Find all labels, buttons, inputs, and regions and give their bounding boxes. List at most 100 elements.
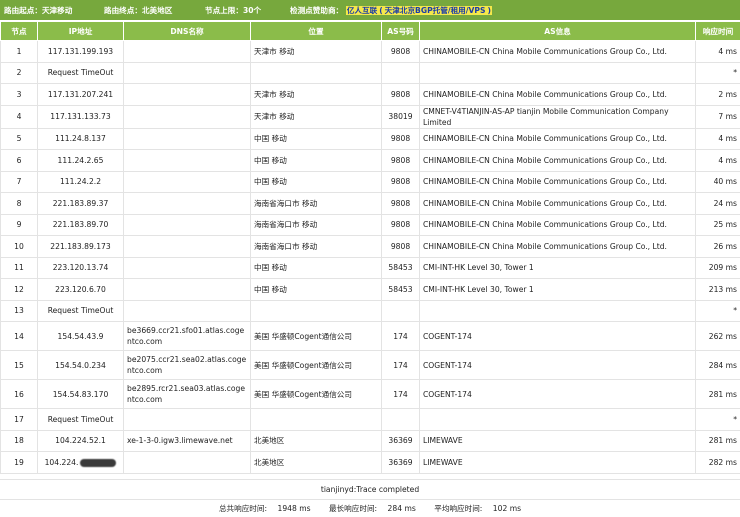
hop-ip: 154.54.43.9: [37, 321, 124, 351]
hop-time: 26 ms: [695, 235, 740, 258]
node-limit-label: 节点上限：: [205, 6, 243, 15]
hop-ip: 117.131.207.241: [37, 83, 124, 106]
route-start-label: 路由起点：: [4, 6, 42, 15]
hop-time: 4 ms: [695, 40, 740, 63]
table-row: 15 154.54.0.234 be2075.ccr21.sea02.atlas…: [0, 350, 740, 380]
hop-asinfo: COGENT-174: [419, 321, 696, 351]
hop-ip: 221.183.89.37: [37, 192, 124, 215]
hop-location: 北美地区: [250, 451, 382, 474]
hop-asinfo: CHINAMOBILE-CN China Mobile Communicatio…: [419, 213, 696, 236]
hop-dns: xe-1-3-0.igw3.limewave.net: [123, 429, 251, 452]
hop-time: 284 ms: [695, 350, 740, 380]
hop-ip: 117.131.133.73: [37, 104, 124, 129]
hop-number: 7: [0, 170, 38, 193]
hop-as: 174: [381, 379, 420, 409]
total-time: 总共响应时间: 1948 ms: [215, 504, 315, 513]
hop-time: *: [695, 61, 740, 84]
hop-as: 9808: [381, 192, 420, 215]
hop-ip-cell: 104.224.: [37, 451, 124, 474]
table-row: 13 Request TimeOut *: [0, 299, 740, 322]
hop-ip: 117.131.199.193: [37, 40, 124, 63]
route-start: 路由起点：天津移动: [4, 6, 72, 15]
hop-dns: [123, 213, 251, 236]
hop-ip: 111.24.2.65: [37, 149, 124, 172]
trace-table-body: 1 117.131.199.193 天津市 移动 9808 CHINAMOBIL…: [0, 40, 740, 474]
hop-number: 4: [0, 104, 38, 129]
hop-number: 10: [0, 235, 38, 258]
hop-location: 中国 移动: [250, 127, 382, 150]
hop-time: 24 ms: [695, 192, 740, 215]
hop-as: 9808: [381, 170, 420, 193]
redacted-ip-mask: [80, 458, 117, 467]
column-header-node: 节点: [0, 21, 38, 41]
hop-ip: 221.183.89.70: [37, 213, 124, 236]
hop-location: 美国 华盛顿Cogent通信公司: [250, 321, 382, 351]
hop-number: 12: [0, 278, 38, 301]
hop-number: 15: [0, 350, 38, 380]
hop-asinfo: CHINAMOBILE-CN China Mobile Communicatio…: [419, 83, 696, 106]
avg-time-label: 平均响应时间:: [434, 504, 483, 513]
hop-location: 天津市 移动: [250, 104, 382, 129]
hop-time: 4 ms: [695, 127, 740, 150]
route-end: 路由终点：北美地区: [104, 6, 172, 15]
trace-complete-status: tianjinyd:Trace completed: [0, 479, 740, 499]
hop-asinfo: LIMEWAVE: [419, 429, 696, 452]
hop-ip: 223.120.6.70: [37, 278, 124, 301]
sponsor-paren-close: ): [486, 6, 492, 15]
hop-time: 262 ms: [695, 321, 740, 351]
hop-location: [250, 408, 382, 431]
hop-number: 14: [0, 321, 38, 351]
hop-location: 天津市 移动: [250, 83, 382, 106]
table-row: 18 104.224.52.1 xe-1-3-0.igw3.limewave.n…: [0, 429, 740, 452]
hop-asinfo: CHINAMOBILE-CN China Mobile Communicatio…: [419, 127, 696, 150]
hop-dns: [123, 127, 251, 150]
table-row: 6 111.24.2.65 中国 移动 9808 CHINAMOBILE-CN …: [0, 149, 740, 172]
table-row: 19 104.224. 北美地区 36369 LIMEWAVE 282 ms: [0, 451, 740, 474]
sponsor-name[interactable]: 亿人互联: [345, 6, 379, 15]
hop-dns: [123, 235, 251, 258]
hop-asinfo: [419, 61, 696, 84]
hop-number: 2: [0, 61, 38, 84]
hop-dns: [123, 61, 251, 84]
hop-time: 281 ms: [695, 429, 740, 452]
hop-asinfo: CMI-INT-HK Level 30, Tower 1: [419, 278, 696, 301]
hop-time: 282 ms: [695, 451, 740, 474]
hop-time: 7 ms: [695, 104, 740, 129]
hop-location: 美国 华盛顿Cogent通信公司: [250, 379, 382, 409]
table-row: 8 221.183.89.37 海南省海口市 移动 9808 CHINAMOBI…: [0, 192, 740, 215]
hop-location: 中国 移动: [250, 170, 382, 193]
hop-as: 9808: [381, 149, 420, 172]
hop-time: 2 ms: [695, 83, 740, 106]
hop-time: 213 ms: [695, 278, 740, 301]
hop-as: 36369: [381, 429, 420, 452]
avg-time-value: 102 ms: [492, 504, 522, 513]
sponsor-label: 检测点赞助商：: [290, 6, 344, 15]
hop-asinfo: COGENT-174: [419, 350, 696, 380]
hop-location: 中国 移动: [250, 149, 382, 172]
hop-asinfo: CMI-INT-HK Level 30, Tower 1: [419, 256, 696, 279]
hop-location: [250, 61, 382, 84]
hop-location: 海南省海口市 移动: [250, 192, 382, 215]
sponsor-link[interactable]: 天津北京BGP托管/租用/VPS: [383, 6, 487, 15]
hop-ip: 111.24.8.137: [37, 127, 124, 150]
hop-asinfo: CHINAMOBILE-CN China Mobile Communicatio…: [419, 149, 696, 172]
hop-time: 209 ms: [695, 256, 740, 279]
hop-ip: 223.120.13.74: [37, 256, 124, 279]
hop-ip: 104.224.52.1: [37, 429, 124, 452]
hop-dns: [123, 104, 251, 129]
hop-as: 9808: [381, 40, 420, 63]
hop-asinfo: [419, 299, 696, 322]
hop-as: [381, 299, 420, 322]
hop-dns: [123, 40, 251, 63]
table-row: 10 221.183.89.173 海南省海口市 移动 9808 CHINAMO…: [0, 235, 740, 258]
table-row: 12 223.120.6.70 中国 移动 58453 CMI-INT-HK L…: [0, 278, 740, 301]
route-start-value: 天津移动: [41, 6, 73, 15]
hop-time: *: [695, 299, 740, 322]
hop-asinfo: CHINAMOBILE-CN China Mobile Communicatio…: [419, 192, 696, 215]
hop-ip: Request TimeOut: [37, 408, 124, 431]
hop-dns: [123, 83, 251, 106]
hop-number: 3: [0, 83, 38, 106]
hop-as: 9808: [381, 235, 420, 258]
hop-ip: 104.224.: [44, 457, 79, 467]
hop-asinfo: LIMEWAVE: [419, 451, 696, 474]
